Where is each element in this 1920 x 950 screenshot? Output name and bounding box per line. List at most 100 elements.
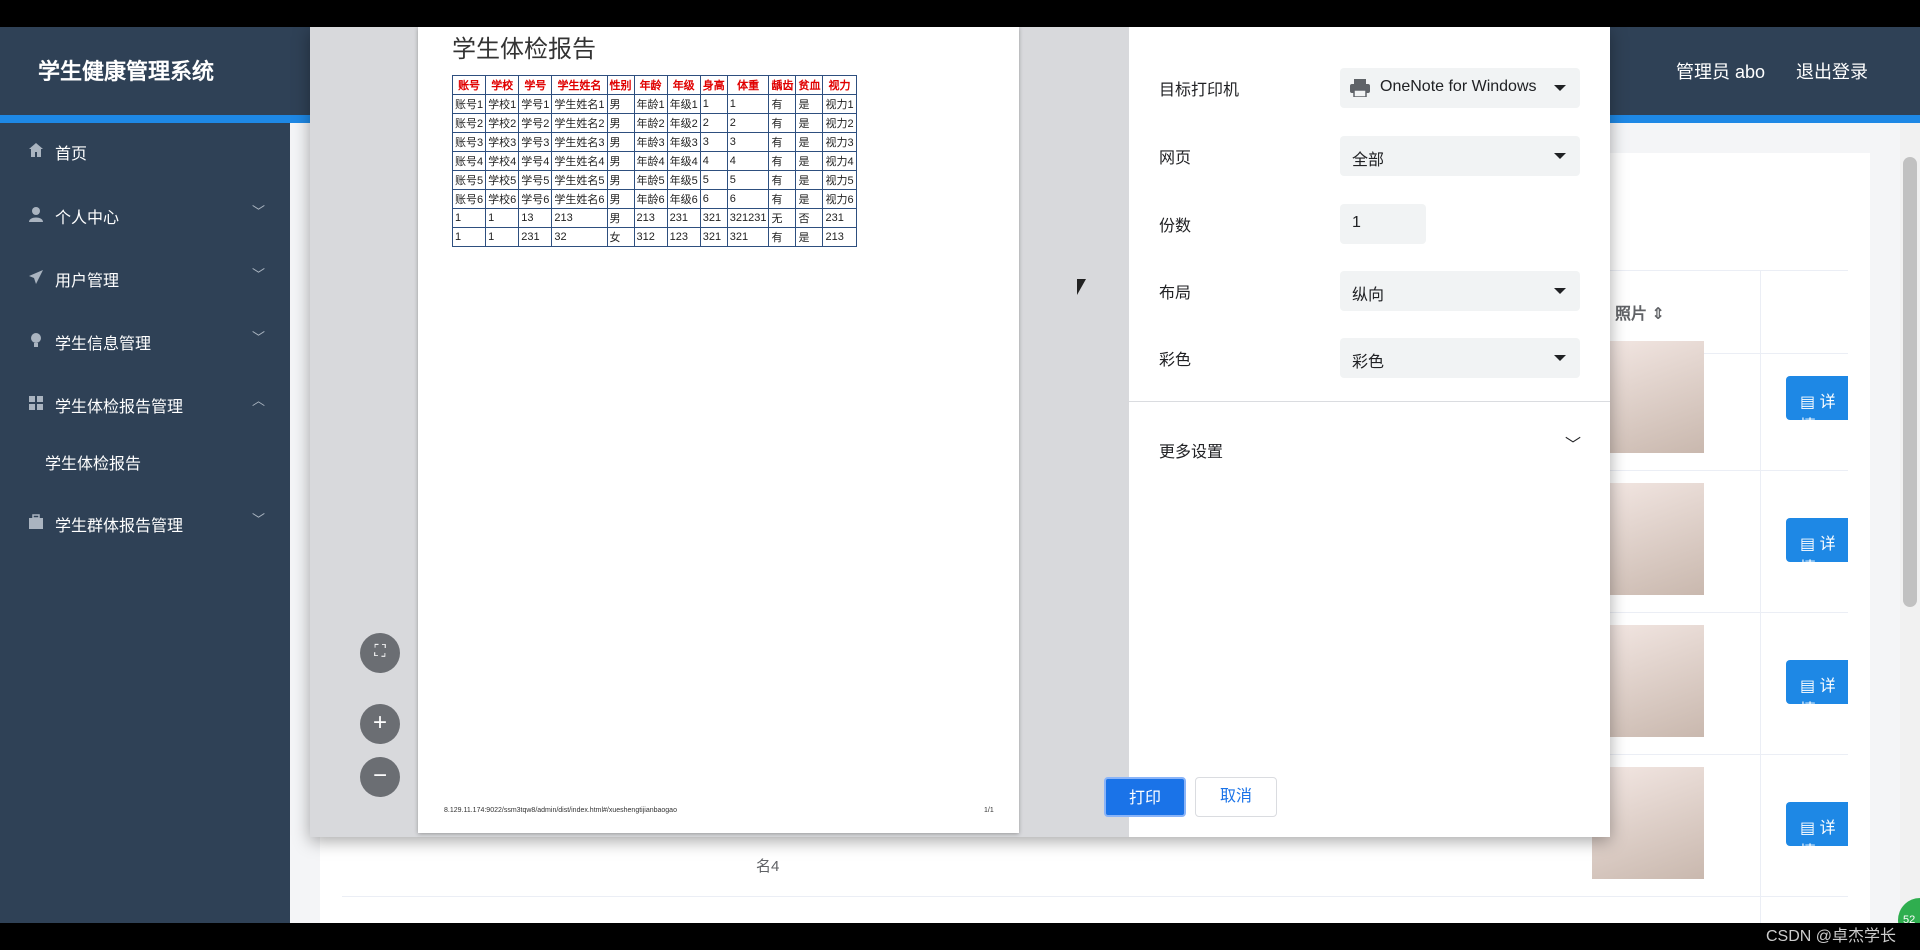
report-cell: 视力1 [822, 94, 857, 114]
report-cell: 账号5 [451, 170, 487, 190]
sidebar-item-users[interactable]: 用户管理 ﹀ [0, 250, 290, 306]
table-cell: 名4 [756, 858, 780, 875]
sidebar-item-student-info[interactable]: 学生信息管理 ﹀ [0, 313, 290, 369]
report-cell: 视力4 [822, 151, 857, 171]
sidebar-item-label: 学生群体报告管理 [55, 518, 184, 535]
report-cell: 1 [451, 208, 487, 228]
detail-button[interactable]: ▤ 详情 [1786, 376, 1848, 435]
report-column-header: 年龄 [633, 75, 668, 95]
copies-input[interactable]: 1 [1340, 204, 1426, 244]
report-cell: 是 [795, 170, 824, 190]
report-header-row: 账号 学校 学号 学生姓名 性别 年龄 年级 身高 体重 龋齿 贫血 视力 [451, 75, 857, 95]
report-cell: 学校5 [485, 170, 520, 190]
report-row: 账号3 学校3 学号3 学生姓名3 男年龄3 年级3 3 3 有是视力3 [451, 132, 857, 152]
photo-column-header[interactable]: 照片 ⇕ [1615, 300, 1665, 324]
report-cell: 有 [768, 113, 797, 133]
report-cell: 是 [795, 151, 824, 171]
logout-link[interactable]: 退出登录 [1796, 58, 1868, 84]
detail-button[interactable]: ▤ 详情 [1786, 518, 1848, 577]
report-cell: 女 [606, 227, 635, 247]
layout-label: 布局 [1159, 285, 1192, 302]
report-cell: 学号3 [518, 132, 553, 152]
print-button[interactable]: 打印 [1104, 777, 1186, 817]
report-cell: 账号1 [451, 94, 487, 114]
destination-select[interactable]: OneNote for Windows [1340, 68, 1580, 108]
report-cell: 6 [699, 189, 728, 209]
printer-icon [1350, 79, 1370, 97]
report-cell: 有 [768, 132, 797, 152]
report-cell: 账号3 [451, 132, 487, 152]
color-label: 彩色 [1159, 352, 1192, 369]
report-cell: 231 [822, 208, 857, 228]
sidebar-subitem-label: 学生体检报告 [45, 456, 142, 473]
report-column-header: 学生姓名 [551, 75, 608, 95]
report-cell: 2 [699, 113, 728, 133]
chevron-down-icon[interactable]: ﹀ [1565, 431, 1581, 455]
report-cell: 213 [551, 208, 608, 228]
report-cell: 账号2 [451, 113, 487, 133]
report-cell: 有 [768, 94, 797, 114]
report-cell: 无 [768, 208, 797, 228]
report-column-header: 贫血 [795, 75, 824, 95]
layout-select[interactable]: 纵向 [1340, 271, 1580, 311]
report-column-header: 龋齿 [768, 75, 797, 95]
pages-value: 全部 [1352, 152, 1385, 169]
report-cell: 年龄3 [633, 132, 668, 152]
current-user: 管理员 abo [1676, 62, 1766, 82]
report-cell: 年级5 [666, 170, 701, 190]
report-body: 账号1 学校1 学号1 学生姓名1 男年龄1 年级1 1 1 有是视力1 账号2 学校2 学号2 学生姓… [451, 94, 857, 247]
zoom-out-icon[interactable]: − [360, 757, 400, 797]
app-window: 学生健康管理系统 管理员 abo 退出登录 照片 ⇕ ▤ 详情 ▤ 详情 ▤ 详… [0, 27, 1920, 923]
report-cell: 学校4 [485, 151, 520, 171]
report-cell: 3 [726, 132, 770, 152]
briefcase-icon [29, 514, 43, 529]
home-icon [29, 143, 43, 157]
report-cell: 321 [699, 208, 728, 228]
report-column-header: 年级 [666, 75, 701, 95]
report-cell: 231 [518, 227, 553, 247]
detail-button[interactable]: ▤ 详情 [1786, 660, 1848, 719]
scrollbar-thumb[interactable] [1903, 157, 1917, 607]
user-icon [29, 207, 43, 222]
report-column-header: 账号 [451, 75, 487, 95]
report-cell: 123 [666, 227, 701, 247]
report-cell: 学生姓名1 [551, 94, 608, 114]
sidebar-item-profile[interactable]: 个人中心 ﹀ [0, 187, 290, 243]
report-cell: 年龄4 [633, 151, 668, 171]
sidebar: 首页 个人中心 ﹀ 用户管理 ﹀ 学生信息管理 ﹀ 学生体检报告管理 ︿ 学生体… [0, 123, 290, 923]
report-cell: 学校2 [485, 113, 520, 133]
report-cell: 213 [633, 208, 668, 228]
report-row: 1 1 13 213 男 213 231 321 321231 无否 231 [451, 208, 857, 228]
report-cell: 否 [795, 208, 824, 228]
pages-select[interactable]: 全部 [1340, 136, 1580, 176]
sidebar-item-home[interactable]: 首页 [0, 123, 290, 179]
report-cell: 男 [606, 170, 635, 190]
report-cell: 有 [768, 151, 797, 171]
dropdown-caret-icon [1554, 355, 1566, 361]
sidebar-item-group-report[interactable]: 学生群体报告管理 ﹀ [0, 495, 290, 551]
more-settings-toggle[interactable]: 更多设置 [1159, 438, 1223, 462]
report-row: 账号1 学校1 学号1 学生姓名1 男年龄1 年级1 1 1 有是视力1 [451, 94, 857, 114]
fit-to-page-icon[interactable]: ⛶ [360, 633, 400, 673]
cancel-button[interactable]: 取消 [1195, 777, 1277, 817]
chevron-down-icon: ﹀ [251, 204, 265, 219]
report-cell: 有 [768, 189, 797, 209]
report-cell: 学生姓名3 [551, 132, 608, 152]
report-cell: 321 [699, 227, 728, 247]
sidebar-item-health-report[interactable]: 学生体检报告管理 ︿ [0, 376, 290, 432]
report-cell: 男 [606, 94, 635, 114]
report-column-header: 身高 [699, 75, 728, 95]
report-cell: 4 [699, 151, 728, 171]
preview-page: 学生体检报告 账号 学校 学号 学生姓名 性别 年龄 年级 身高 体重 龋齿 贫血 视力 账号1 学校1… [418, 27, 1019, 833]
sidebar-subitem-health-report[interactable]: 学生体检报告 [0, 433, 290, 489]
detail-button[interactable]: ▤ 详情 [1786, 802, 1848, 861]
zoom-in-icon[interactable]: + [360, 704, 400, 744]
report-cell: 视力6 [822, 189, 857, 209]
report-cell: 是 [795, 189, 824, 209]
report-cell: 学生姓名5 [551, 170, 608, 190]
color-select[interactable]: 彩色 [1340, 338, 1580, 378]
report-table: 账号 学校 学号 学生姓名 性别 年龄 年级 身高 体重 龋齿 贫血 视力 账号1 学校1 学号1 学生姓名… [451, 75, 857, 247]
report-cell: 学校1 [485, 94, 520, 114]
report-cell: 是 [795, 132, 824, 152]
dropdown-caret-icon [1554, 85, 1566, 91]
